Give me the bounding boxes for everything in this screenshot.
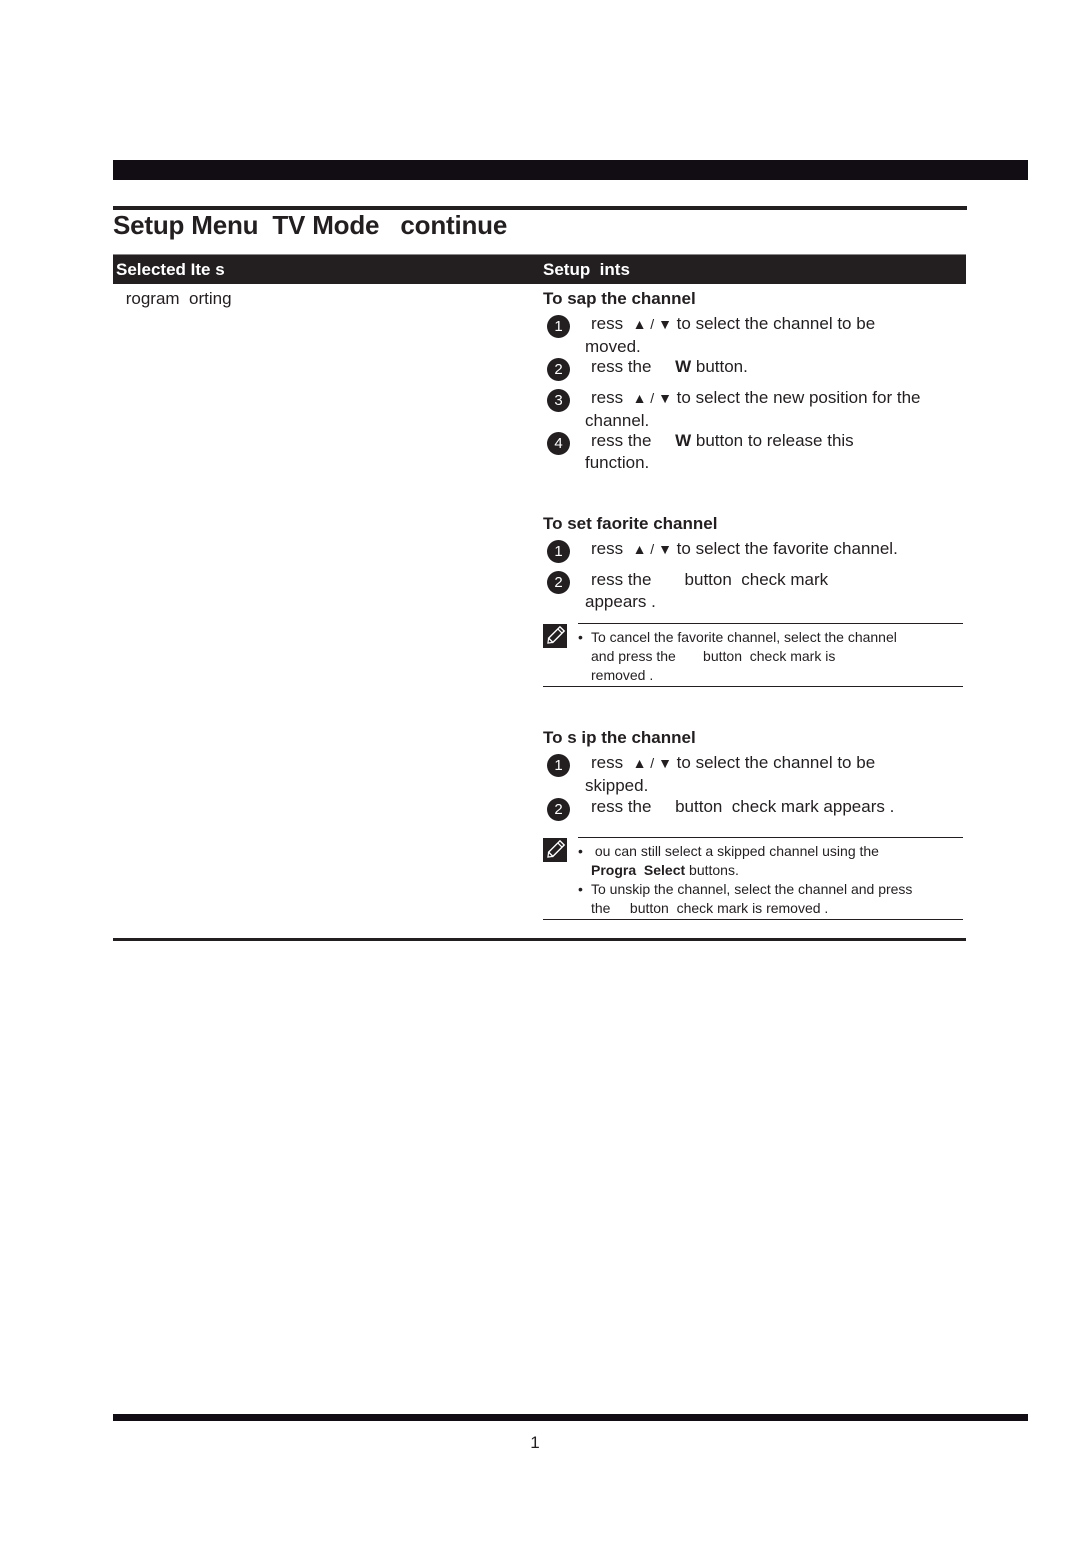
favorite-step-2: 2 ress the button check mark appears .: [547, 569, 967, 612]
step-number-badge: 1: [547, 754, 570, 777]
up-down-arrow-icon: ▲ / ▼: [632, 390, 672, 406]
step-number-badge: 2: [547, 358, 570, 381]
skip-note-1: • ou can still select a skipped channel …: [578, 843, 879, 878]
note-divider: [578, 623, 963, 624]
header-band: [113, 160, 1028, 180]
note-divider: [578, 837, 963, 838]
page-title: Setup Menu TV Mode continue: [113, 210, 508, 240]
step-number-badge: 1: [547, 540, 570, 563]
header-selected-items: Selected Ite s: [116, 260, 225, 279]
section-end-rule: [113, 938, 966, 941]
note-divider: [543, 686, 963, 687]
skip-step-2: 2 ress the button check mark appears .: [547, 796, 967, 821]
up-down-arrow-icon: ▲ / ▼: [632, 541, 672, 557]
step-number-badge: 1: [547, 315, 570, 338]
favorite-step-1: 1 ress ▲ / ▼ to select the favorite chan…: [547, 538, 967, 563]
swap-step-4: 4 ress the W button to release this funct…: [547, 430, 967, 473]
step-number-badge: 2: [547, 798, 570, 821]
swap-step-1: 1 ress ▲ / ▼ to select the channel to be…: [547, 313, 967, 357]
step-number-badge: 3: [547, 389, 570, 412]
skip-step-1: 1 ress ▲ / ▼ to select the channel to be…: [547, 752, 967, 796]
up-down-arrow-icon: ▲ / ▼: [632, 755, 672, 771]
skip-note-2: • To unskip the channel, select the chan…: [578, 881, 913, 916]
step-number-badge: 2: [547, 571, 570, 594]
header-setup-hints: Setup ints: [543, 260, 630, 279]
swap-section-title: To sap the channel: [543, 289, 696, 308]
favorite-note: • To cancel the favorite channel, select…: [578, 628, 963, 685]
pencil-note-icon: [543, 624, 567, 648]
note-text: To cancel the favorite channel, select t…: [591, 629, 897, 683]
swap-step-3: 3 ress ▲ / ▼ to select the new position …: [547, 387, 967, 431]
step-number-badge: 4: [547, 432, 570, 455]
up-down-arrow-icon: ▲ / ▼: [632, 316, 672, 332]
pencil-note-icon: [543, 838, 567, 862]
table-header: Selected Ite s Setup ints: [113, 254, 966, 284]
footer-band: [113, 1414, 1028, 1421]
skip-section-title: To s ip the channel: [543, 728, 696, 747]
swap-step-2: 2 ress the W button.: [547, 356, 967, 381]
note-divider: [543, 919, 963, 920]
page-number: 1: [530, 1433, 540, 1452]
selected-item-label: rogram orting: [121, 289, 232, 308]
favorite-section-title: To set faorite channel: [543, 514, 718, 533]
